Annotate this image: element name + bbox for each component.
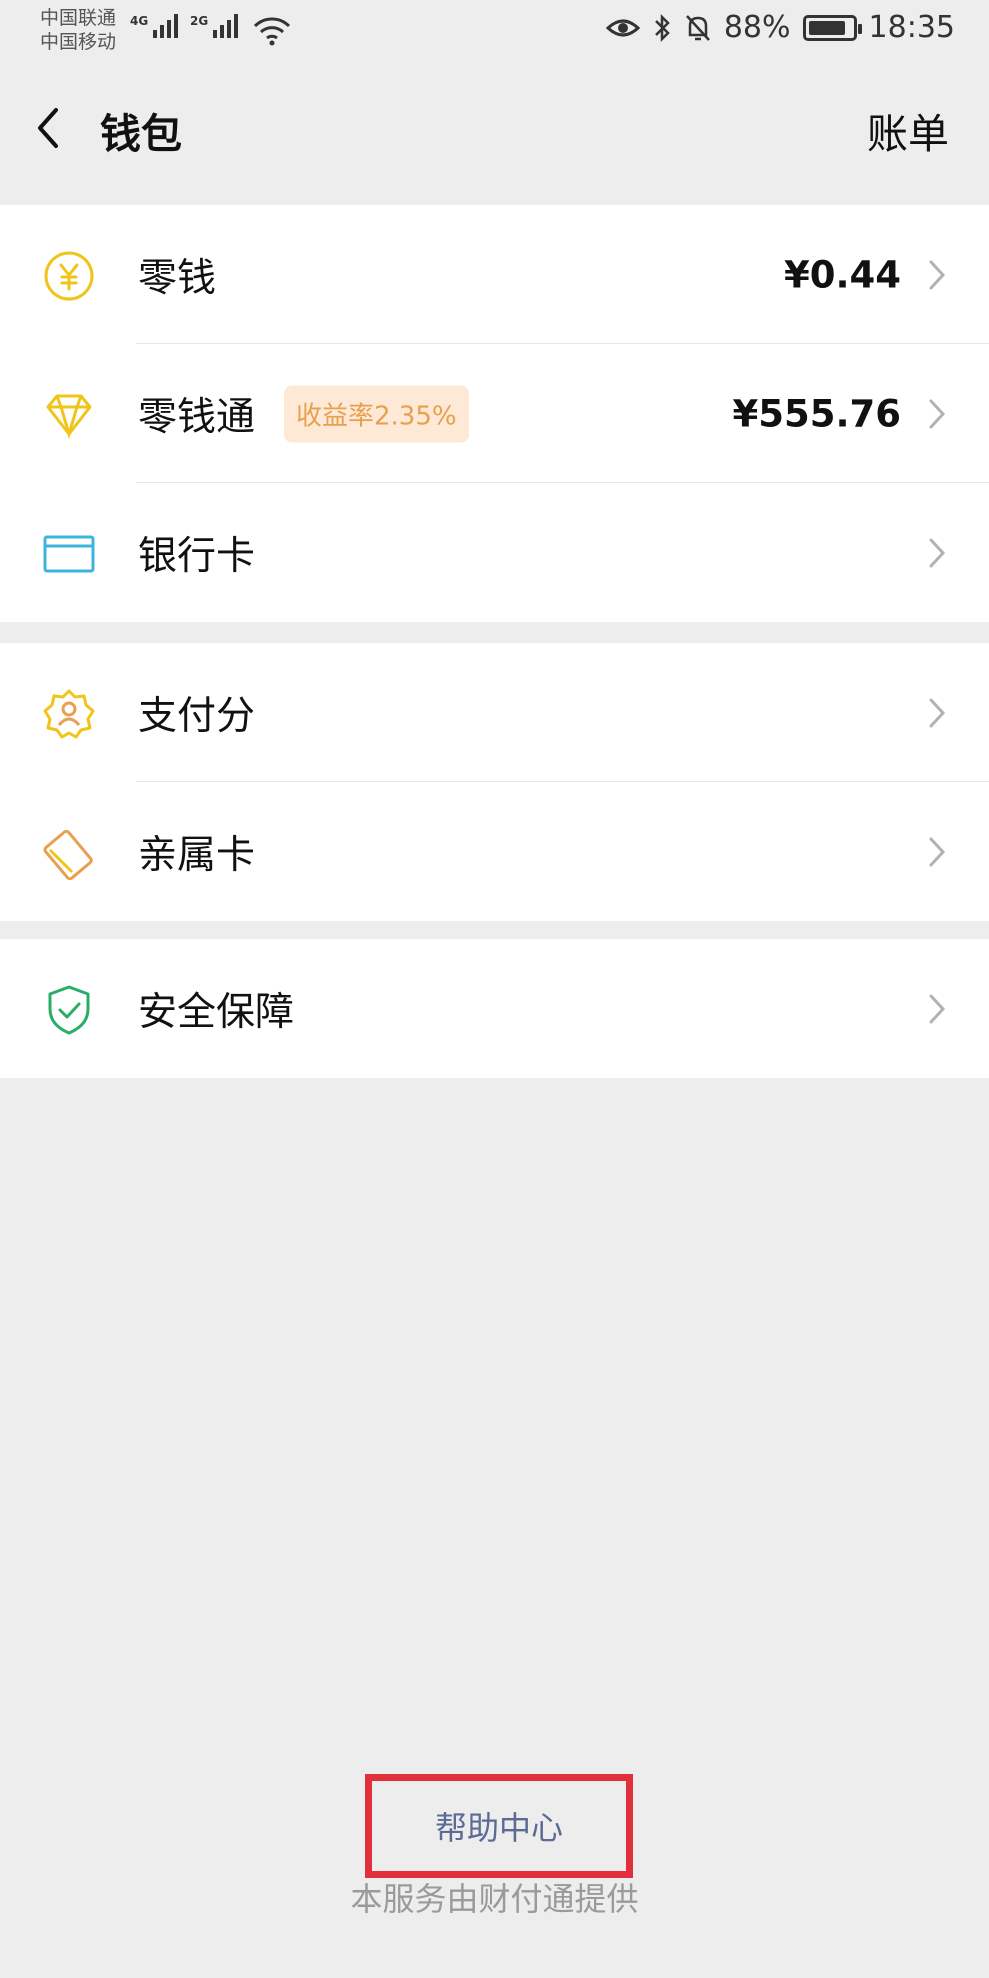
chevron-right-icon — [929, 260, 946, 289]
chevron-right-icon — [929, 538, 946, 567]
item-label: 支付分 — [138, 693, 256, 739]
wifi-icon — [253, 17, 291, 46]
signal-1-icon: 4G — [130, 14, 179, 38]
item-label: 安全保障 — [138, 989, 295, 1035]
eye-icon — [605, 19, 640, 36]
page-title: 钱包 — [100, 110, 182, 158]
signal-2-icon: 2G — [190, 14, 239, 38]
battery-percent: 88% — [723, 10, 791, 45]
yield-badge: 收益率2.35% — [284, 385, 469, 442]
item-label: 银行卡 — [138, 533, 256, 579]
chevron-right-icon — [929, 994, 946, 1023]
carrier-1: 中国联通 — [40, 7, 117, 29]
payment-score-icon — [43, 689, 95, 739]
item-label: 亲属卡 — [138, 832, 256, 878]
nav-bar: 钱包 账单 — [0, 62, 989, 202]
list-item-payment-score[interactable]: 支付分 — [0, 643, 989, 782]
wallet-group-security: 安全保障 — [0, 939, 989, 1078]
clock: 18:35 — [868, 10, 955, 45]
help-center-label: 帮助中心 — [434, 1809, 563, 1847]
back-arrow-icon[interactable] — [30, 98, 70, 158]
list-item-family-card[interactable]: 亲属卡 — [0, 782, 989, 921]
wallet-page: 中国联通 中国移动 4G 2G 88% 18:35 钱包 账单 零钱 ¥0.44… — [0, 0, 989, 1978]
item-value: ¥555.76 — [732, 392, 901, 435]
shield-check-icon — [48, 985, 90, 1035]
bank-card-icon — [43, 535, 95, 573]
status-bar: 中国联通 中国移动 4G 2G 88% 18:35 — [0, 0, 989, 62]
status-right: 88% 18:35 — [605, 10, 955, 45]
item-value: ¥0.44 — [783, 253, 901, 296]
chevron-right-icon — [929, 399, 946, 428]
yuan-coin-icon — [44, 251, 94, 301]
item-label: 零钱 — [138, 255, 217, 301]
list-item-bank-card[interactable]: 银行卡 — [0, 483, 989, 622]
list-item-change-plus[interactable]: 零钱通 收益率2.35% ¥555.76 — [0, 344, 989, 483]
bill-button[interactable]: 账单 — [867, 100, 949, 160]
provider-note: 本服务由财付通提供 — [350, 1880, 639, 1918]
diamond-icon — [46, 394, 92, 440]
list-item-security[interactable]: 安全保障 — [0, 939, 989, 1078]
carrier-labels: 中国联通 中国移动 — [40, 6, 116, 54]
battery-icon — [802, 14, 862, 41]
chevron-right-icon — [929, 698, 946, 727]
bluetooth-icon — [654, 13, 670, 42]
item-label: 零钱通 — [138, 394, 256, 440]
chevron-right-icon — [929, 837, 946, 866]
wallet-group-services: 支付分 亲属卡 — [0, 643, 989, 921]
family-card-icon — [43, 829, 93, 880]
carrier-2: 中国移动 — [40, 31, 117, 53]
help-center-link[interactable]: 帮助中心 — [365, 1774, 633, 1878]
wallet-group-balance: 零钱 ¥0.44 零钱通 收益率2.35% ¥555.76 银行卡 — [0, 205, 989, 622]
mute-bell-icon — [685, 14, 710, 41]
list-item-change[interactable]: 零钱 ¥0.44 — [0, 205, 989, 344]
